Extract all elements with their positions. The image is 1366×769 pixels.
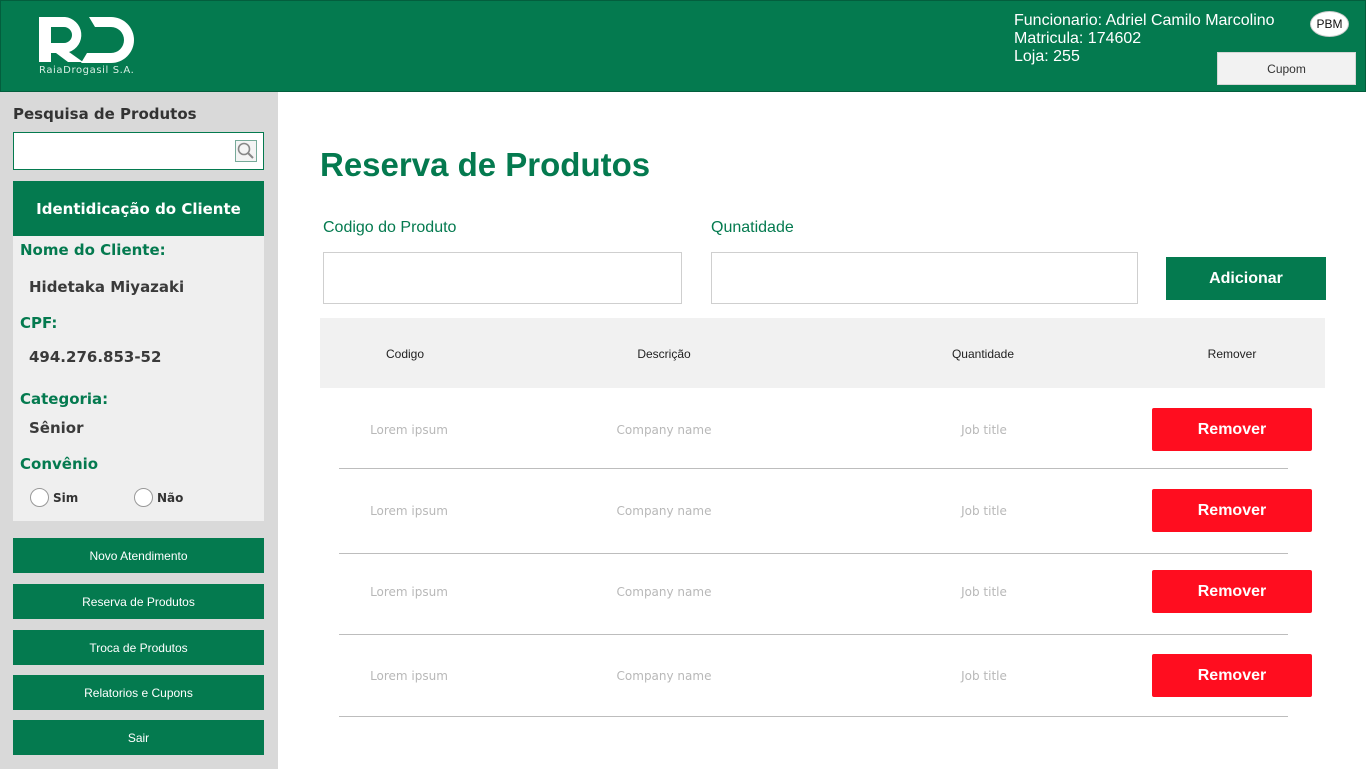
product-code-label: Codigo do Produto (323, 219, 457, 236)
add-button[interactable]: Adicionar (1166, 257, 1326, 300)
employee-name: Funcionario: Adriel Camilo Marcolino (1014, 12, 1275, 29)
row-code: Lorem ipsum (370, 423, 448, 437)
row-code: Lorem ipsum (370, 504, 448, 518)
nav-exit-button[interactable]: Sair (13, 720, 264, 755)
client-identification-panel: Identidicação do Cliente Nome do Cliente… (13, 181, 264, 521)
client-name-value: Hidetaka Miyazaki (29, 278, 185, 296)
product-code-input[interactable] (323, 252, 682, 304)
page-title: Reserva de Produtos (320, 146, 651, 183)
logo-subtitle: RaiaDrogasil S.A. (39, 65, 135, 76)
client-name-label: Nome do Cliente: (20, 241, 166, 259)
agreement-yes-label: Sim (53, 490, 79, 505)
employee-registration: Matricula: 174602 (1014, 30, 1142, 47)
quantity-label: Qunatidade (711, 219, 794, 236)
product-search-title: Pesquisa de Produtos (13, 105, 197, 123)
cpf-value: 494.276.853-52 (29, 348, 162, 366)
remove-button[interactable]: Remover (1152, 654, 1312, 697)
row-description: Company name (616, 669, 712, 683)
row-quantity: Job title (961, 504, 1007, 518)
cpf-label: CPF: (20, 314, 58, 332)
row-description: Company name (616, 423, 712, 437)
nav-product-reservation-button[interactable]: Reserva de Produtos (13, 584, 264, 619)
column-header-code: Codigo (385, 347, 425, 361)
row-code: Lorem ipsum (370, 585, 448, 599)
agreement-no-label: Não (157, 490, 184, 505)
remove-button[interactable]: Remover (1152, 489, 1312, 532)
table-row: Lorem ipsum Company name Job title Remov… (339, 469, 1312, 554)
table-row: Lorem ipsum Company name Job title Remov… (339, 635, 1312, 717)
column-header-quantity: Quantidade (951, 347, 1015, 361)
row-description: Company name (616, 504, 712, 518)
row-quantity: Job title (961, 423, 1007, 437)
column-header-remove: Remover (1207, 347, 1257, 361)
remove-button[interactable]: Remover (1152, 408, 1312, 451)
client-panel-header: Identidicação do Cliente (13, 181, 264, 236)
category-value: Sênior (29, 419, 84, 437)
table-row: Lorem ipsum Company name Job title Remov… (339, 388, 1312, 469)
radio-circle[interactable] (30, 488, 49, 507)
column-header-description: Descrição (637, 347, 691, 361)
agreement-yes-radio[interactable]: Sim (30, 488, 78, 507)
remove-button[interactable]: Remover (1152, 570, 1312, 613)
agreement-no-radio[interactable]: Não (134, 488, 183, 507)
nav-reports-coupons-button[interactable]: Relatorios e Cupons (13, 675, 264, 710)
pbm-button[interactable]: PBM (1310, 11, 1349, 37)
radio-circle[interactable] (134, 488, 153, 507)
table-row: Lorem ipsum Company name Job title Remov… (339, 554, 1312, 635)
cupom-button[interactable]: Cupom (1217, 52, 1356, 85)
row-code: Lorem ipsum (370, 669, 448, 683)
product-search-input[interactable] (13, 132, 264, 170)
category-label: Categoria: (20, 390, 109, 408)
row-quantity: Job title (961, 669, 1007, 683)
row-description: Company name (616, 585, 712, 599)
agreement-label: Convênio (20, 455, 99, 473)
row-quantity: Job title (961, 585, 1007, 599)
top-header: RaiaDrogasil S.A. Funcionario: Adriel Ca… (0, 0, 1366, 92)
table-header: Codigo Descrição Quantidade Remover (320, 318, 1325, 388)
quantity-input[interactable] (711, 252, 1138, 304)
search-icon[interactable] (235, 140, 257, 162)
nav-product-exchange-button[interactable]: Troca de Produtos (13, 630, 264, 665)
nav-new-service-button[interactable]: Novo Atendimento (13, 538, 264, 573)
